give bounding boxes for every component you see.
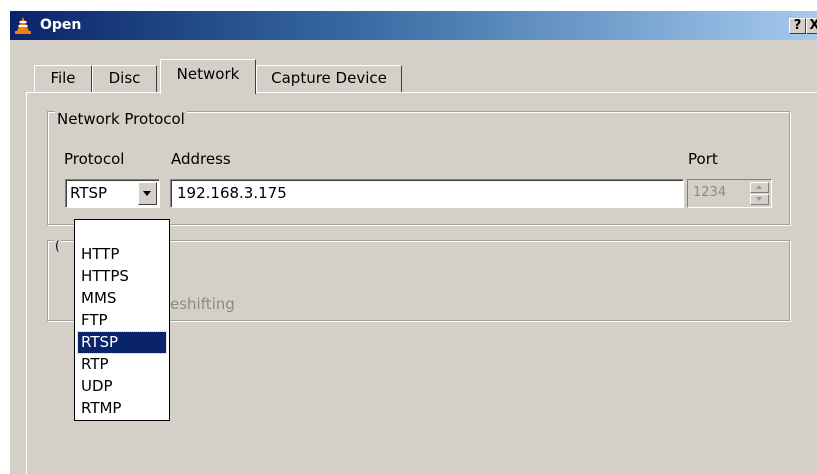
close-button[interactable]: X bbox=[806, 18, 817, 34]
options-group-title: ( bbox=[54, 239, 61, 253]
tab-capture-device[interactable]: Capture Device bbox=[256, 65, 402, 92]
tab-disc[interactable]: Disc bbox=[92, 65, 157, 92]
window-title: Open bbox=[40, 17, 82, 33]
help-button[interactable]: ? bbox=[789, 18, 806, 34]
tab-file[interactable]: File bbox=[34, 65, 92, 92]
dropdown-option-udp[interactable]: UDP bbox=[78, 376, 166, 397]
dropdown-option-rtmp[interactable]: RTMP bbox=[78, 398, 166, 419]
dropdown-option-ftp[interactable]: FTP bbox=[78, 310, 166, 331]
open-dialog: Open ? X File Disc Network Capture Devic… bbox=[9, 11, 817, 474]
dropdown-option-http[interactable]: HTTP bbox=[78, 244, 166, 265]
dropdown-option-rtsp[interactable]: RTSP bbox=[77, 331, 167, 354]
dropdown-option-rtp[interactable]: RTP bbox=[78, 354, 166, 375]
tab-network[interactable]: Network bbox=[160, 59, 256, 94]
dropdown-option-https[interactable]: HTTPS bbox=[78, 266, 166, 287]
dropdown-option-mms[interactable]: MMS bbox=[78, 288, 166, 309]
protocol-dropdown-list[interactable]: HTTP HTTPS MMS FTP RTSP RTP UDP RTMP bbox=[74, 219, 170, 421]
vlc-cone-icon bbox=[14, 16, 32, 35]
title-bar[interactable]: Open ? X bbox=[10, 11, 817, 40]
network-protocol-group-title: Network Protocol bbox=[55, 110, 187, 128]
